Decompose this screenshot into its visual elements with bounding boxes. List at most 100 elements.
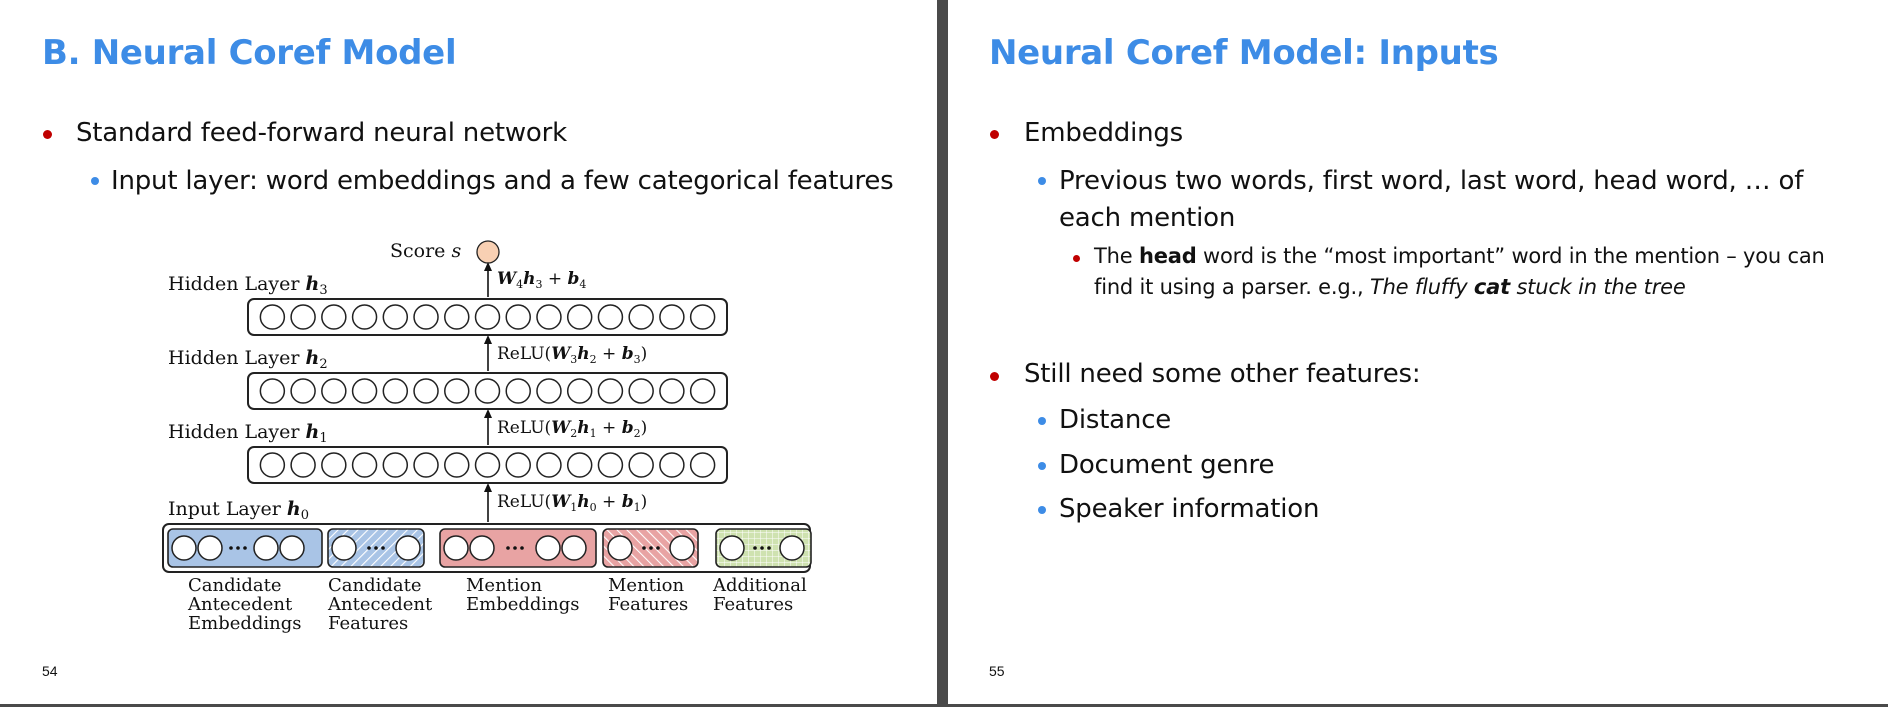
neuron-node xyxy=(536,378,562,404)
input-node xyxy=(171,535,197,561)
neuron-node xyxy=(290,304,316,330)
layer-label: Hidden Layer h1 xyxy=(168,421,328,446)
sub-bullet-line: each mention xyxy=(1059,203,1236,233)
neuron-node xyxy=(382,452,409,478)
neuron-node xyxy=(689,452,716,478)
input-node xyxy=(535,535,561,561)
neuron-node xyxy=(351,304,378,330)
neuron-node xyxy=(566,304,593,330)
ellipsis-dot xyxy=(767,546,771,550)
sub-bullet-line: Previous two words, first word, last wor… xyxy=(1059,166,1804,196)
neuron-node xyxy=(290,378,316,404)
neuron-node xyxy=(413,452,439,478)
neuron-node xyxy=(259,304,286,330)
neuron-node xyxy=(628,304,654,330)
ellipsis-dot xyxy=(367,546,371,550)
bold-text: head xyxy=(1138,244,1197,268)
bullet-text: Still need some other features: xyxy=(1024,359,1421,389)
neuron-node xyxy=(290,452,316,478)
arrow-head xyxy=(484,262,492,271)
neuron-node xyxy=(536,452,562,478)
slide-title: B. Neural Coref Model xyxy=(42,33,457,73)
ellipsis-dot xyxy=(506,546,510,550)
neuron-node xyxy=(444,452,470,478)
neuron-node xyxy=(628,452,654,478)
neuron-node xyxy=(321,378,347,404)
ellipsis-dot xyxy=(374,546,378,550)
neuron-node xyxy=(474,304,501,330)
bullet-text: Standard feed-forward neural network xyxy=(76,118,567,148)
input-group-caption: Features xyxy=(328,613,408,634)
transform-label: ReLU(W3h2 + b3) xyxy=(497,344,647,366)
neuron-node xyxy=(351,452,378,478)
sub-bullet-text: Previous two words, first word, last wor… xyxy=(1059,163,1803,237)
neuron-node xyxy=(259,452,286,478)
ellipsis-dot xyxy=(649,546,653,550)
ellipsis-dot xyxy=(381,546,385,550)
sub-bullet-text: Speaker information xyxy=(1059,494,1320,524)
ellipsis-dot xyxy=(229,546,233,550)
neuron-node xyxy=(351,378,378,404)
ellipsis-dot xyxy=(513,546,517,550)
neuron-node xyxy=(566,378,593,404)
input-node xyxy=(279,535,305,561)
score-label: Score s xyxy=(390,240,461,262)
neuron-node xyxy=(597,378,624,404)
input-group-caption: Antecedent xyxy=(187,594,293,615)
layer-label: Hidden Layer h2 xyxy=(168,347,328,372)
transform-label: ReLU(W1h0 + b1) xyxy=(497,492,647,514)
neural-network-diagram: Score s Hidden Layer h3 Hidden Layer h2 Hid… xyxy=(162,240,812,634)
bullet-icon xyxy=(990,130,999,139)
bold-italic-text: cat xyxy=(1473,275,1510,299)
neuron-node xyxy=(505,378,531,404)
input-node xyxy=(253,535,279,561)
neuron-node xyxy=(321,304,347,330)
input-group-caption: Additional xyxy=(712,575,807,596)
arrow-head xyxy=(484,335,492,344)
bullet-text: Embeddings xyxy=(1024,118,1184,148)
neuron-node xyxy=(689,304,716,330)
score-node xyxy=(476,240,500,264)
slide-55: Neural Coref Model: Inputs Embeddings Pr… xyxy=(948,0,1888,704)
neuron-node xyxy=(321,452,347,478)
input-node xyxy=(331,535,357,561)
input-group-caption: Embeddings xyxy=(188,613,302,634)
sub-bullet-text: Distance xyxy=(1059,405,1172,435)
ellipsis-dot xyxy=(642,546,646,550)
ellipsis-dot xyxy=(243,546,247,550)
sub-bullet-icon xyxy=(91,177,99,185)
sub-bullet-text: Input layer: word embeddings and a few c… xyxy=(111,166,894,196)
slide-54: B. Neural Coref Model Standard feed-forw… xyxy=(0,0,937,704)
text-run: find it using a parser. e.g., xyxy=(1094,275,1370,299)
bullet-icon xyxy=(990,372,999,381)
transform-label: W4h3 + b4 xyxy=(497,269,586,291)
slide-title: Neural Coref Model: Inputs xyxy=(989,33,1499,73)
neuron-node xyxy=(444,304,470,330)
input-group-caption: Antecedent xyxy=(327,594,433,615)
input-group-caption: Candidate xyxy=(328,575,422,596)
input-group-caption: Candidate xyxy=(188,575,282,596)
input-node xyxy=(561,535,587,561)
sub-sub-bullet-icon xyxy=(1073,255,1080,262)
ellipsis-dot xyxy=(520,546,524,550)
input-group-caption: Mention xyxy=(466,575,543,596)
sub-bullet-icon xyxy=(1038,417,1046,425)
neuron-node xyxy=(628,378,654,404)
text-run: The xyxy=(1094,244,1139,268)
input-node xyxy=(395,535,421,561)
text-run: word is the “most important” word in the… xyxy=(1196,244,1825,268)
neuron-node xyxy=(474,378,501,404)
input-node xyxy=(607,535,633,561)
input-group-caption: Mention xyxy=(608,575,685,596)
input-node xyxy=(669,535,695,561)
ellipsis-dot xyxy=(236,546,240,550)
neuron-node xyxy=(413,304,439,330)
page-number: 54 xyxy=(42,663,58,679)
italic-text: The fluffy xyxy=(1369,275,1474,299)
arrow-head xyxy=(484,409,492,418)
neuron-node xyxy=(536,304,562,330)
neuron-node xyxy=(382,378,409,404)
bullet-icon xyxy=(43,130,52,139)
italic-text: stuck in the tree xyxy=(1509,275,1686,299)
neuron-node xyxy=(597,304,624,330)
